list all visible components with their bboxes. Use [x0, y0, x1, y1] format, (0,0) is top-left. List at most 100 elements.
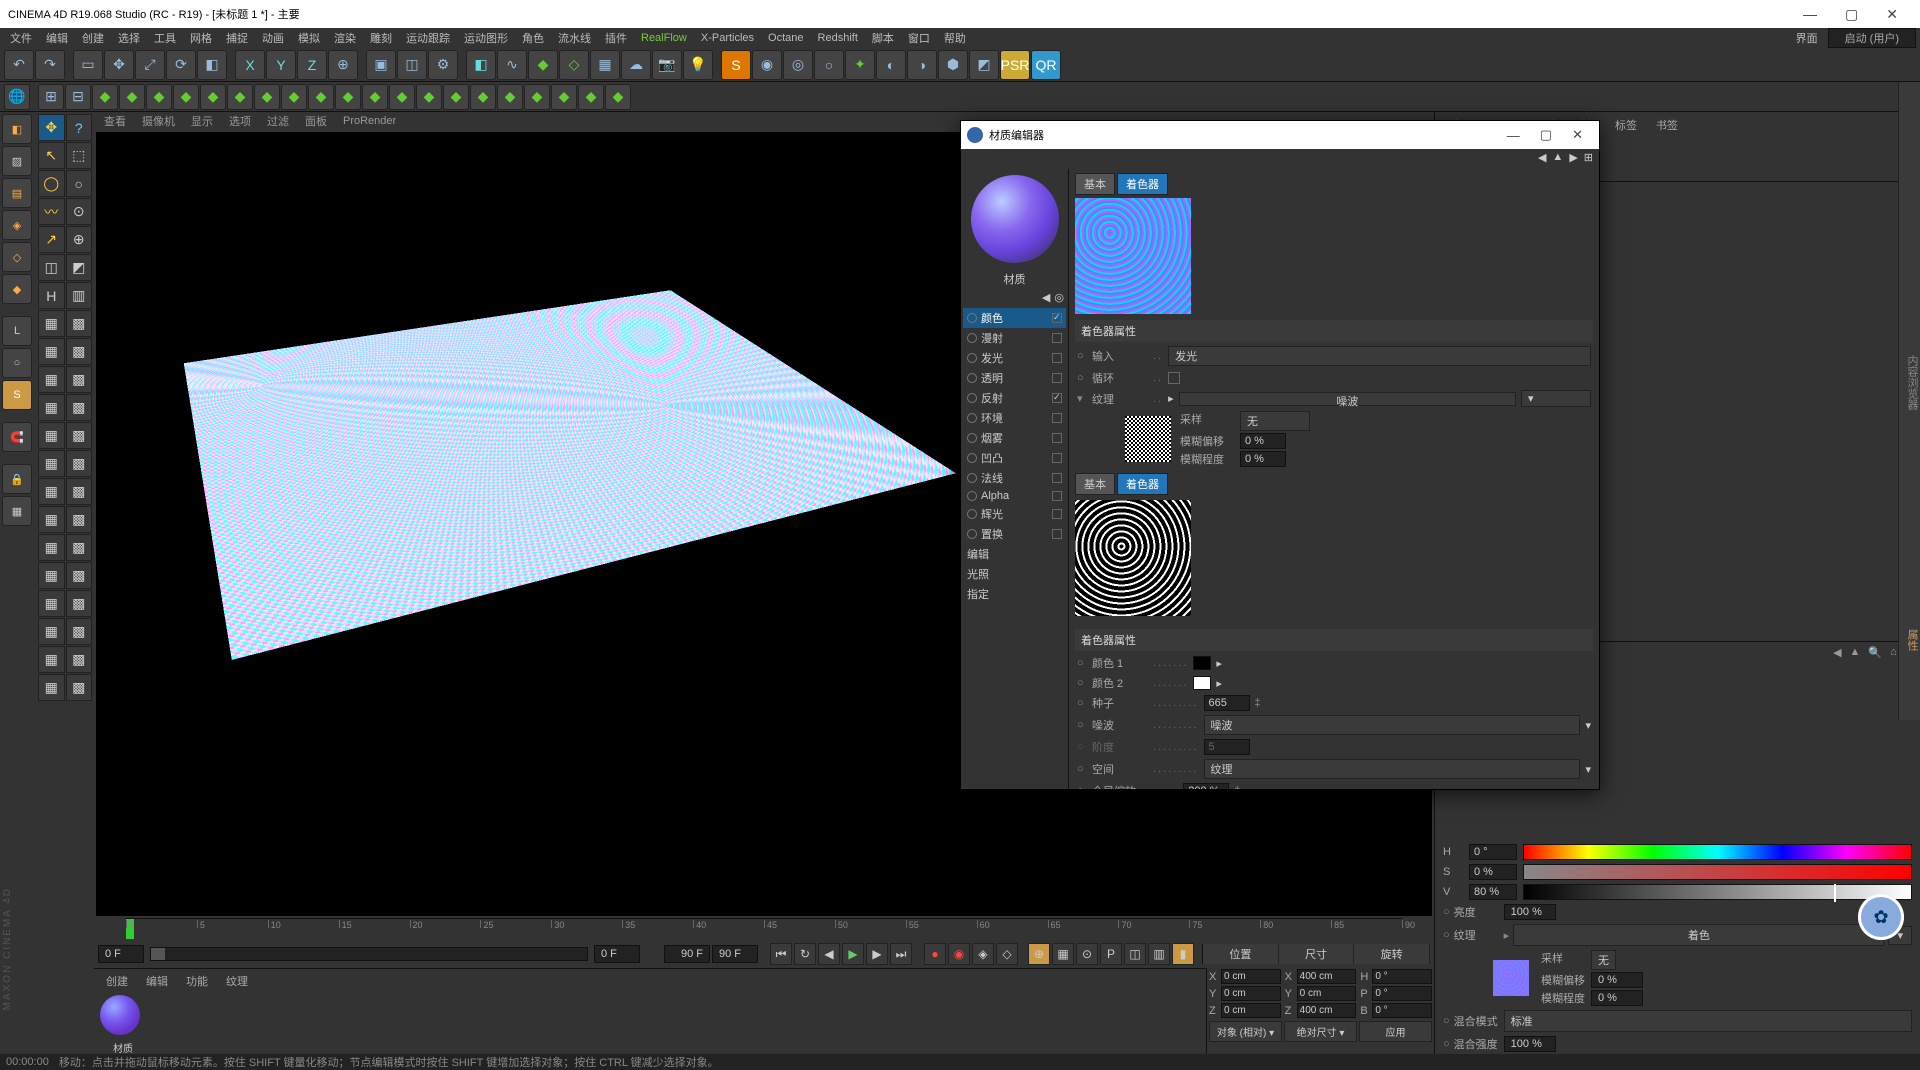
channel-checkbox[interactable] — [1052, 333, 1062, 343]
texture-play-icon[interactable]: ▸ — [1168, 392, 1174, 405]
mograph-icon[interactable]: ◆ — [416, 84, 442, 110]
coord-size-dropdown[interactable]: 绝对尺寸 ▾ — [1284, 1021, 1357, 1042]
mixstrength-field[interactable]: 100 % — [1504, 1036, 1556, 1052]
input-dropdown[interactable]: 发光 — [1168, 346, 1591, 366]
plugin-xp-icon[interactable]: ✦ — [845, 50, 875, 80]
color-arrow-icon[interactable]: ▸ — [1216, 657, 1222, 670]
lasso-icon[interactable]: ◯ — [38, 170, 65, 197]
frame-slider[interactable] — [150, 947, 588, 961]
noise-preview-icon[interactable] — [1075, 500, 1191, 616]
coord-field[interactable]: 0 cm — [1221, 1003, 1281, 1018]
tool-icon[interactable]: ▩ — [66, 674, 93, 701]
vp-menu-item[interactable]: 过滤 — [261, 112, 295, 130]
mograph-icon[interactable]: ◆ — [92, 84, 118, 110]
axis-icon[interactable]: S — [2, 380, 32, 410]
channel-Alpha[interactable]: Alpha — [963, 488, 1066, 504]
material-item[interactable]: 材质 — [94, 993, 146, 1055]
tool-icon[interactable]: ⊕ — [66, 226, 93, 253]
texture-bar[interactable]: 噪波 — [1179, 392, 1516, 406]
noise-thumb-icon[interactable] — [1125, 416, 1171, 462]
hue-field[interactable]: 0 ° — [1469, 844, 1517, 860]
plugin-icon[interactable]: ◑ — [907, 50, 937, 80]
texture-menu-icon[interactable]: ▾ — [1521, 390, 1591, 407]
plugin-qr-icon[interactable]: QR — [1031, 50, 1061, 80]
nav-up-icon[interactable]: ▲ — [1552, 151, 1563, 167]
workplane-icon[interactable]: ▤ — [2, 178, 32, 208]
spline-icon[interactable]: ∿ — [497, 50, 527, 80]
tool-icon[interactable]: ▦ — [38, 478, 65, 505]
menu-item[interactable]: 窗口 — [902, 28, 936, 48]
brightness-field[interactable]: 100 % — [1504, 904, 1556, 920]
mograph-icon[interactable]: ◆ — [119, 84, 145, 110]
mograph-icon[interactable]: ◆ — [281, 84, 307, 110]
tool-icon[interactable]: ▦ — [38, 590, 65, 617]
coord-field[interactable]: 0 ° — [1372, 1003, 1432, 1018]
attr-nav-icon[interactable]: 🔍 — [1868, 646, 1882, 659]
channel-checkbox[interactable] — [1052, 473, 1062, 483]
tool-icon[interactable]: ⬚ — [66, 142, 93, 169]
mograph-icon[interactable]: ◆ — [335, 84, 361, 110]
tool-icon[interactable]: ▩ — [66, 646, 93, 673]
move-tool-icon[interactable]: ✥ — [104, 50, 134, 80]
channel-凹凸[interactable]: 凹凸 — [963, 448, 1066, 468]
menu-item[interactable]: 编辑 — [40, 28, 74, 48]
tool-icon[interactable]: ▩ — [66, 590, 93, 617]
plugin-substance-icon[interactable]: S — [721, 50, 751, 80]
vp-menu-item[interactable]: 查看 — [98, 112, 132, 130]
mograph-icon[interactable]: ◆ — [254, 84, 280, 110]
snap-icon[interactable]: ⊟ — [65, 84, 91, 110]
noise-type-dropdown[interactable]: 噪波 — [1204, 715, 1581, 735]
channel-指定[interactable]: 指定 — [963, 584, 1066, 604]
key-icon[interactable]: ◈ — [972, 943, 994, 965]
goto-start-icon[interactable]: ⏮ — [770, 943, 792, 965]
axis-y-icon[interactable]: Y — [266, 50, 296, 80]
menu-item[interactable]: RealFlow — [635, 30, 693, 46]
render-region-icon[interactable]: ◫ — [397, 50, 427, 80]
mograph-icon[interactable]: ◆ — [605, 84, 631, 110]
vp-menu-item[interactable]: ProRender — [337, 114, 402, 128]
brush-icon[interactable]: 〰 — [38, 198, 65, 225]
tool-icon[interactable]: ↗ — [38, 226, 65, 253]
menu-item[interactable]: 雕刻 — [364, 28, 398, 48]
plugin-icon[interactable]: ◩ — [969, 50, 999, 80]
close-button[interactable]: ✕ — [1872, 2, 1912, 27]
hue-slider[interactable] — [1523, 844, 1912, 860]
axis-x-icon[interactable]: X — [235, 50, 265, 80]
tool-icon[interactable]: ▩ — [66, 310, 93, 337]
menu-item[interactable]: 网格 — [184, 28, 218, 48]
shader-preview-icon[interactable] — [1075, 198, 1191, 314]
minimize-button[interactable]: — — [1789, 2, 1831, 26]
tool-icon[interactable]: ▩ — [66, 422, 93, 449]
coord-apply-button[interactable]: 应用 — [1359, 1021, 1432, 1042]
mograph-icon[interactable]: ◆ — [146, 84, 172, 110]
channel-透明[interactable]: 透明 — [963, 368, 1066, 388]
tab-shader[interactable]: 着色器 — [1117, 173, 1168, 195]
lock-icon[interactable]: 🔒 — [2, 464, 32, 494]
tool-icon[interactable]: 🌐 — [4, 84, 30, 110]
preview-arrow-icon[interactable]: ◀ — [1042, 291, 1050, 304]
sample-dropdown[interactable]: 无 — [1591, 950, 1616, 970]
nurbs-icon[interactable]: ◆ — [528, 50, 558, 80]
frame-start-field[interactable]: 0 F — [98, 945, 144, 963]
camera-icon[interactable]: 📷 — [652, 50, 682, 80]
grid-icon[interactable]: ▦ — [2, 496, 32, 526]
menu-item[interactable]: 帮助 — [938, 28, 972, 48]
blur-scale-field[interactable]: 0 % — [1591, 990, 1643, 1006]
opt-icon[interactable]: ⊕ — [1028, 943, 1050, 965]
tool-icon[interactable]: ▩ — [66, 450, 93, 477]
play-icon[interactable]: ▶ — [842, 943, 864, 965]
channel-checkbox[interactable] — [1052, 433, 1062, 443]
tool-icon[interactable]: ▦ — [38, 506, 65, 533]
frame-end-field[interactable]: 90 F — [712, 945, 758, 963]
opt-icon[interactable]: ⊙ — [1076, 943, 1098, 965]
render-settings-icon[interactable]: ⚙ — [428, 50, 458, 80]
tool-icon[interactable]: ◫ — [38, 254, 65, 281]
channel-环境[interactable]: 环境 — [963, 408, 1066, 428]
render-view-icon[interactable]: ▣ — [366, 50, 396, 80]
color2-swatch[interactable] — [1193, 676, 1211, 690]
poly-mode-icon[interactable]: ◆ — [2, 274, 32, 304]
space-dropdown[interactable]: 纹理 — [1204, 759, 1581, 779]
mograph-icon[interactable]: ◆ — [524, 84, 550, 110]
seed-field[interactable]: 665 — [1204, 695, 1250, 711]
tab-basic-2[interactable]: 基本 — [1075, 473, 1115, 495]
